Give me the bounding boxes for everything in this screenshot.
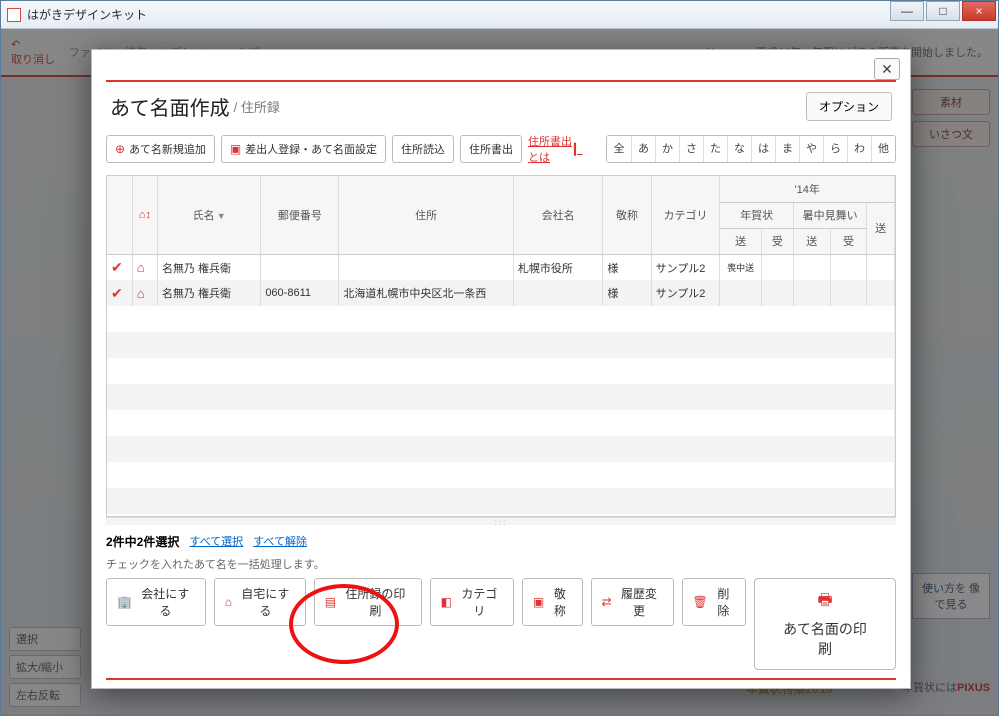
row-check[interactable]: ✔ [107, 254, 132, 280]
table-container: ⌂↕ 氏名▼ 郵便番号 住所 会社名 敬称 カテゴリ '14年 年賀状 暑中見舞… [106, 175, 896, 516]
row-category: サンプル2 [651, 280, 720, 306]
row-postal [261, 254, 339, 280]
row-name: 名無乃 権兵衛 [158, 280, 261, 306]
add-address-button[interactable]: ⊕あて名新規追加 [106, 135, 215, 163]
table-row[interactable]: ✔⌂名無乃 権兵衛 札幌市役所様サンプル2喪中送 [107, 254, 895, 280]
modal-title: あて名面作成 [110, 92, 230, 121]
kana-3[interactable]: さ [679, 136, 703, 162]
window-title: はがきデザインキット [27, 6, 992, 23]
row-category: サンプル2 [651, 254, 720, 280]
home-icon: ⌂ [225, 595, 232, 609]
empty-row [107, 306, 895, 332]
export-button[interactable]: 住所書出 [460, 135, 522, 163]
titlebar: はがきデザインキット — □ × [1, 1, 998, 29]
selection-count: 2件中2件選択 [106, 533, 179, 550]
kana-0[interactable]: 全 [607, 136, 631, 162]
list-icon: ▤ [325, 595, 336, 609]
empty-row [107, 358, 895, 384]
empty-row [107, 514, 895, 516]
kana-8[interactable]: や [799, 136, 823, 162]
category-button[interactable]: ◧カテゴリ [430, 578, 514, 626]
modal-header: あて名面作成 / 住所録 オプション [92, 82, 910, 127]
kana-1[interactable]: あ [631, 136, 655, 162]
resize-handle[interactable]: ::: [106, 517, 896, 525]
about-export-link[interactable]: 住所書出 とは▎ [528, 133, 582, 165]
empty-row [107, 410, 895, 436]
row-address: 北海道札幌市中央区北一条西 [339, 280, 513, 306]
minimize-button[interactable]: — [890, 1, 924, 21]
kana-9[interactable]: ら [823, 136, 847, 162]
swap-icon: ⇄ [602, 595, 612, 609]
table-row[interactable]: ✔⌂名無乃 権兵衛060-8611北海道札幌市中央区北一条西 様サンプル2 [107, 280, 895, 306]
home-column-icon: ⌂↕ [139, 209, 151, 221]
row-address [339, 254, 513, 280]
modal-subtitle: / 住所録 [234, 97, 280, 116]
address-modal: ✕ あて名面作成 / 住所録 オプション ⊕あて名新規追加 ▣差出人登録・あて名… [91, 49, 911, 689]
kana-6[interactable]: は [751, 136, 775, 162]
select-all-link[interactable]: すべて選択 [189, 533, 243, 549]
row-name: 名無乃 権兵衛 [158, 254, 261, 280]
row-company: 札幌市役所 [513, 254, 603, 280]
footer-hint: チェックを入れたあて名を一括処理します。 [106, 556, 896, 572]
row-postal: 060-8611 [261, 280, 339, 306]
print-list-button[interactable]: ▤住所録の印刷 [314, 578, 422, 626]
person-icon: ▣ [230, 142, 241, 156]
tag-icon: ◧ [441, 595, 452, 609]
modal-close-button[interactable]: ✕ [874, 58, 900, 80]
trash-icon: 🗑 [693, 595, 708, 609]
kana-7[interactable]: ま [775, 136, 799, 162]
kana-4[interactable]: た [703, 136, 727, 162]
empty-row [107, 436, 895, 462]
kana-2[interactable]: か [655, 136, 679, 162]
row-status: 喪中送 [720, 254, 761, 280]
modal-toolbar: ⊕あて名新規追加 ▣差出人登録・あて名面設定 住所読込 住所書出 住所書出 とは… [92, 127, 910, 171]
kana-11[interactable]: 他 [871, 136, 895, 162]
row-home-icon: ⌂ [132, 280, 157, 306]
empty-row [107, 488, 895, 514]
row-check[interactable]: ✔ [107, 280, 132, 306]
print-address-button[interactable]: 🖶 あて名面の印刷 [754, 578, 896, 670]
dropdown-icon[interactable]: ▼ [217, 211, 226, 221]
row-honorific: 様 [603, 280, 651, 306]
row-honorific: 様 [603, 254, 651, 280]
option-button[interactable]: オプション [806, 92, 892, 121]
address-table: ⌂↕ 氏名▼ 郵便番号 住所 会社名 敬称 カテゴリ '14年 年賀状 暑中見舞… [107, 176, 895, 516]
building-icon: 🏢 [117, 595, 132, 609]
badge-icon: ▣ [533, 595, 544, 609]
to-home-button[interactable]: ⌂自宅にする [214, 578, 306, 626]
empty-row [107, 332, 895, 358]
row-home-icon: ⌂ [132, 254, 157, 280]
honorific-button[interactable]: ▣敬称 [522, 578, 583, 626]
deselect-all-link[interactable]: すべて解除 [253, 533, 307, 549]
modal-footer: 2件中2件選択 すべて選択 すべて解除 チェックを入れたあて名を一括処理します。… [92, 525, 910, 678]
import-button[interactable]: 住所読込 [392, 135, 454, 163]
history-button[interactable]: ⇄履歴変更 [591, 578, 674, 626]
kana-5[interactable]: な [727, 136, 751, 162]
row-status [720, 280, 761, 306]
sender-settings-button[interactable]: ▣差出人登録・あて名面設定 [221, 135, 386, 163]
kana-10[interactable]: わ [847, 136, 871, 162]
to-company-button[interactable]: 🏢会社にする [106, 578, 206, 626]
close-button[interactable]: × [962, 1, 996, 21]
maximize-button[interactable]: □ [926, 1, 960, 21]
app-icon [7, 8, 21, 22]
kana-filter: 全あかさたなはまやらわ他 [606, 135, 896, 163]
plus-icon: ⊕ [115, 142, 125, 156]
row-company [513, 280, 603, 306]
empty-row [107, 462, 895, 488]
app-window: はがきデザインキット — □ × ↶取り消し ファイル 編集 オプション ヘルプ… [0, 0, 999, 716]
bottom-rule [106, 678, 896, 680]
empty-row [107, 384, 895, 410]
delete-button[interactable]: 🗑削除 [682, 578, 746, 626]
printer-icon: 🖶 [817, 589, 832, 616]
